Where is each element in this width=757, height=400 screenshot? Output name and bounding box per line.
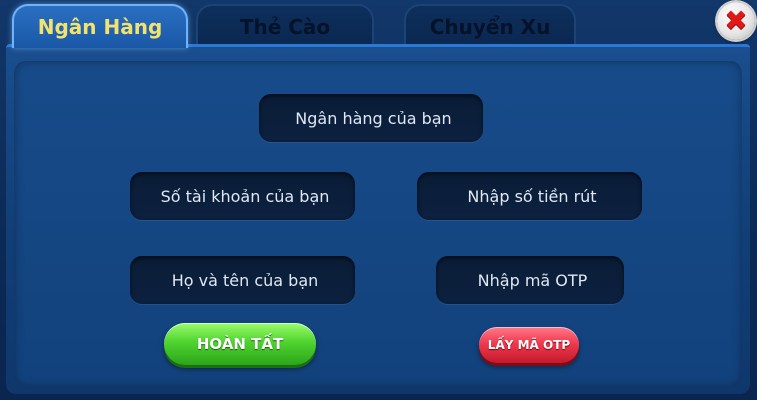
- tab-label: Thẻ Cào: [239, 15, 331, 39]
- bank-name-field[interactable]: [259, 94, 483, 142]
- withdraw-amount-field[interactable]: [417, 172, 642, 220]
- tab-label: Chuyển Xu: [429, 15, 551, 39]
- get-otp-button-label: LẤY MÃ OTP: [487, 338, 571, 352]
- complete-button-label: HOÀN TẤT: [196, 335, 284, 353]
- account-number-field[interactable]: [130, 172, 355, 220]
- tab-ngan-hang[interactable]: Ngân Hàng: [12, 4, 188, 48]
- withdraw-dialog: Thẻ Cào Chuyển Xu Ngân Hàng ✖ HOÀN TẤT L…: [0, 0, 757, 400]
- complete-button[interactable]: HOÀN TẤT: [164, 323, 316, 365]
- tab-chuyen-xu[interactable]: Chuyển Xu: [404, 4, 576, 48]
- otp-input[interactable]: [441, 256, 624, 304]
- full-name-field[interactable]: [130, 256, 355, 304]
- withdraw-amount-input[interactable]: [422, 172, 642, 220]
- full-name-input[interactable]: [135, 256, 355, 304]
- otp-field[interactable]: [436, 256, 624, 304]
- account-number-input[interactable]: [135, 172, 355, 220]
- tab-label: Ngân Hàng: [37, 15, 163, 39]
- get-otp-button[interactable]: LẤY MÃ OTP: [479, 327, 579, 363]
- tab-the-cao[interactable]: Thẻ Cào: [196, 4, 374, 48]
- close-x-icon: ✖: [724, 4, 748, 37]
- close-button[interactable]: ✖: [717, 2, 755, 40]
- bank-name-input[interactable]: [264, 94, 483, 142]
